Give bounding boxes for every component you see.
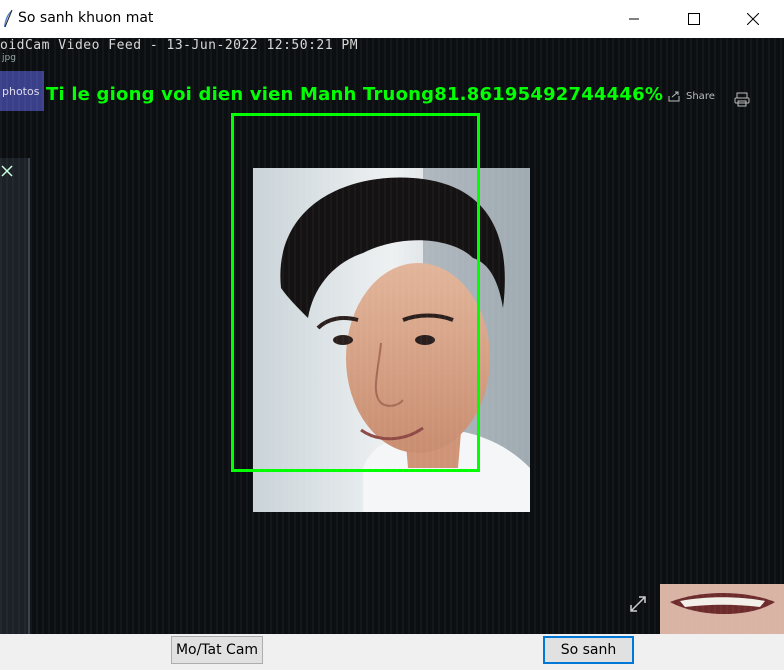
side-panel xyxy=(0,158,30,634)
title-bar: So sanh khuon mat xyxy=(0,0,784,38)
share-label: Share xyxy=(686,90,715,102)
print-icon xyxy=(734,92,750,107)
feather-app-icon xyxy=(4,9,13,28)
maximize-icon xyxy=(688,13,700,25)
camera-feed: oidCam Video Feed - 13-Jun-2022 12:50:21… xyxy=(0,38,784,634)
share-icon xyxy=(668,91,680,102)
mouth-thumbnail xyxy=(660,584,784,634)
face-detection-box xyxy=(231,113,480,472)
compare-button[interactable]: So sanh xyxy=(543,636,634,664)
toggle-camera-button[interactable]: Mo/Tat Cam xyxy=(171,636,263,664)
similarity-label: Ti le giong voi dien vien Manh Truong81.… xyxy=(46,84,664,105)
maximize-button[interactable] xyxy=(671,0,717,38)
close-button[interactable] xyxy=(730,0,776,38)
panel-close-icon xyxy=(1,165,13,177)
minimize-button[interactable] xyxy=(611,0,657,38)
expand-icon xyxy=(630,596,646,612)
feed-caption: oidCam Video Feed - 13-Jun-2022 12:50:21… xyxy=(0,38,359,53)
minimize-icon xyxy=(629,18,639,20)
close-icon xyxy=(747,13,759,25)
window-title: So sanh khuon mat xyxy=(18,10,154,26)
share-area: Share xyxy=(668,90,715,102)
photos-tab: photos xyxy=(0,71,44,111)
file-extension-text: jpg xyxy=(2,53,16,63)
